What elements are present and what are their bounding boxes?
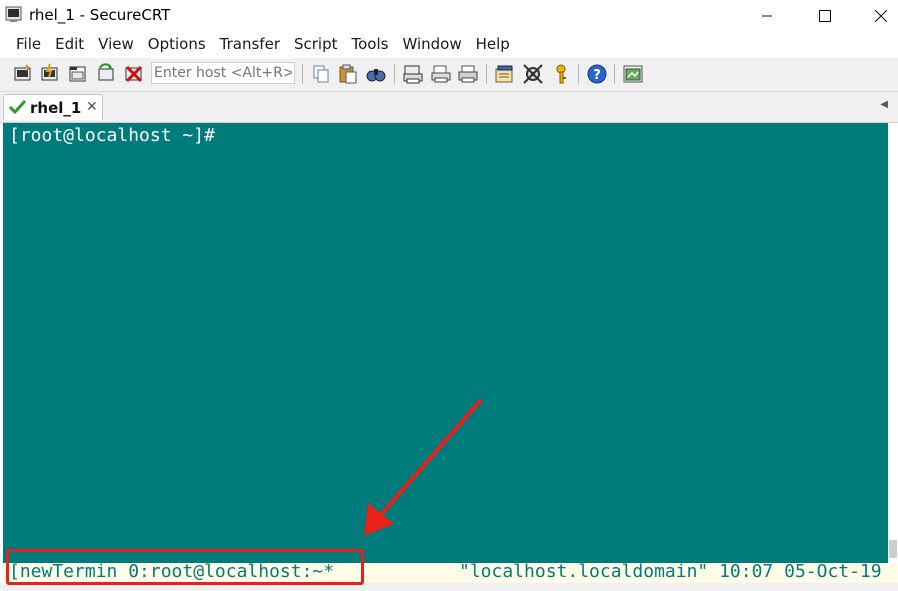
svg-text:?: ? (593, 68, 601, 83)
maximize-button[interactable] (802, 0, 848, 31)
reconnect-icon[interactable] (95, 63, 117, 85)
tab-close-icon[interactable]: ✕ (86, 99, 98, 115)
maximize-icon (819, 9, 831, 22)
tab-rhel-1[interactable]: rhel_1 ✕ (3, 94, 103, 120)
menu-options[interactable]: Options (141, 31, 213, 58)
toolbar-separator (614, 64, 615, 84)
print-screen-icon[interactable] (402, 63, 424, 85)
print-icon[interactable] (457, 63, 479, 85)
menu-edit[interactable]: Edit (48, 31, 91, 58)
keymap-icon[interactable] (550, 63, 572, 85)
close-icon (875, 9, 887, 22)
connected-check-icon (9, 100, 26, 114)
tab-scroll-left-icon[interactable]: ◀ (880, 99, 888, 110)
connect-icon[interactable] (12, 63, 34, 85)
sftp-icon[interactable] (622, 63, 644, 85)
menu-script[interactable]: Script (287, 31, 345, 58)
connect-in-tab-icon[interactable] (67, 63, 89, 85)
toolbar-separator (486, 64, 487, 84)
find-icon[interactable] (365, 63, 387, 85)
status-line-right: "localhost.localdomain" 10:07 05-Oct-19 (459, 561, 882, 582)
quick-connect-icon[interactable] (39, 63, 61, 85)
paste-icon[interactable] (337, 63, 359, 85)
close-button[interactable] (858, 0, 898, 31)
menu-transfer[interactable]: Transfer (213, 31, 287, 58)
global-options-icon[interactable] (522, 63, 544, 85)
session-tab-bar: rhel_1 ✕ ◀ (0, 92, 898, 123)
securecrt-app-icon (5, 6, 22, 22)
toolbar-separator (394, 64, 395, 84)
disconnect-icon[interactable] (123, 63, 145, 85)
session-options-icon[interactable] (494, 63, 516, 85)
terminal-prompt: [root@localhost ~]# (9, 125, 215, 146)
tab-label: rhel_1 (30, 99, 82, 117)
terminal-scrollbar[interactable] (888, 123, 898, 563)
scrollbar-thumb[interactable] (889, 540, 897, 558)
menu-view[interactable]: View (91, 31, 141, 58)
toolbar-separator (578, 64, 579, 84)
minimize-icon (762, 15, 772, 16)
minimize-button[interactable] (744, 0, 790, 31)
menu-file[interactable]: File (0, 31, 48, 58)
menu-window[interactable]: Window (395, 31, 468, 58)
annotation-highlight-box (6, 549, 364, 585)
help-icon[interactable]: ? (586, 63, 608, 85)
print-selection-icon[interactable] (430, 63, 452, 85)
menu-bar: File Edit View Options Transfer Script T… (0, 31, 898, 58)
toolbar: ? (0, 58, 898, 92)
menu-help[interactable]: Help (469, 31, 517, 58)
copy-icon[interactable] (310, 63, 332, 85)
terminal-area[interactable]: [root@localhost ~]# (3, 123, 888, 563)
title-bar: rhel_1 - SecureCRT (0, 0, 898, 31)
enter-host-field[interactable] (151, 62, 295, 84)
toolbar-separator (302, 64, 303, 84)
menu-tools[interactable]: Tools (345, 31, 396, 58)
window-title: rhel_1 - SecureCRT (29, 6, 171, 24)
